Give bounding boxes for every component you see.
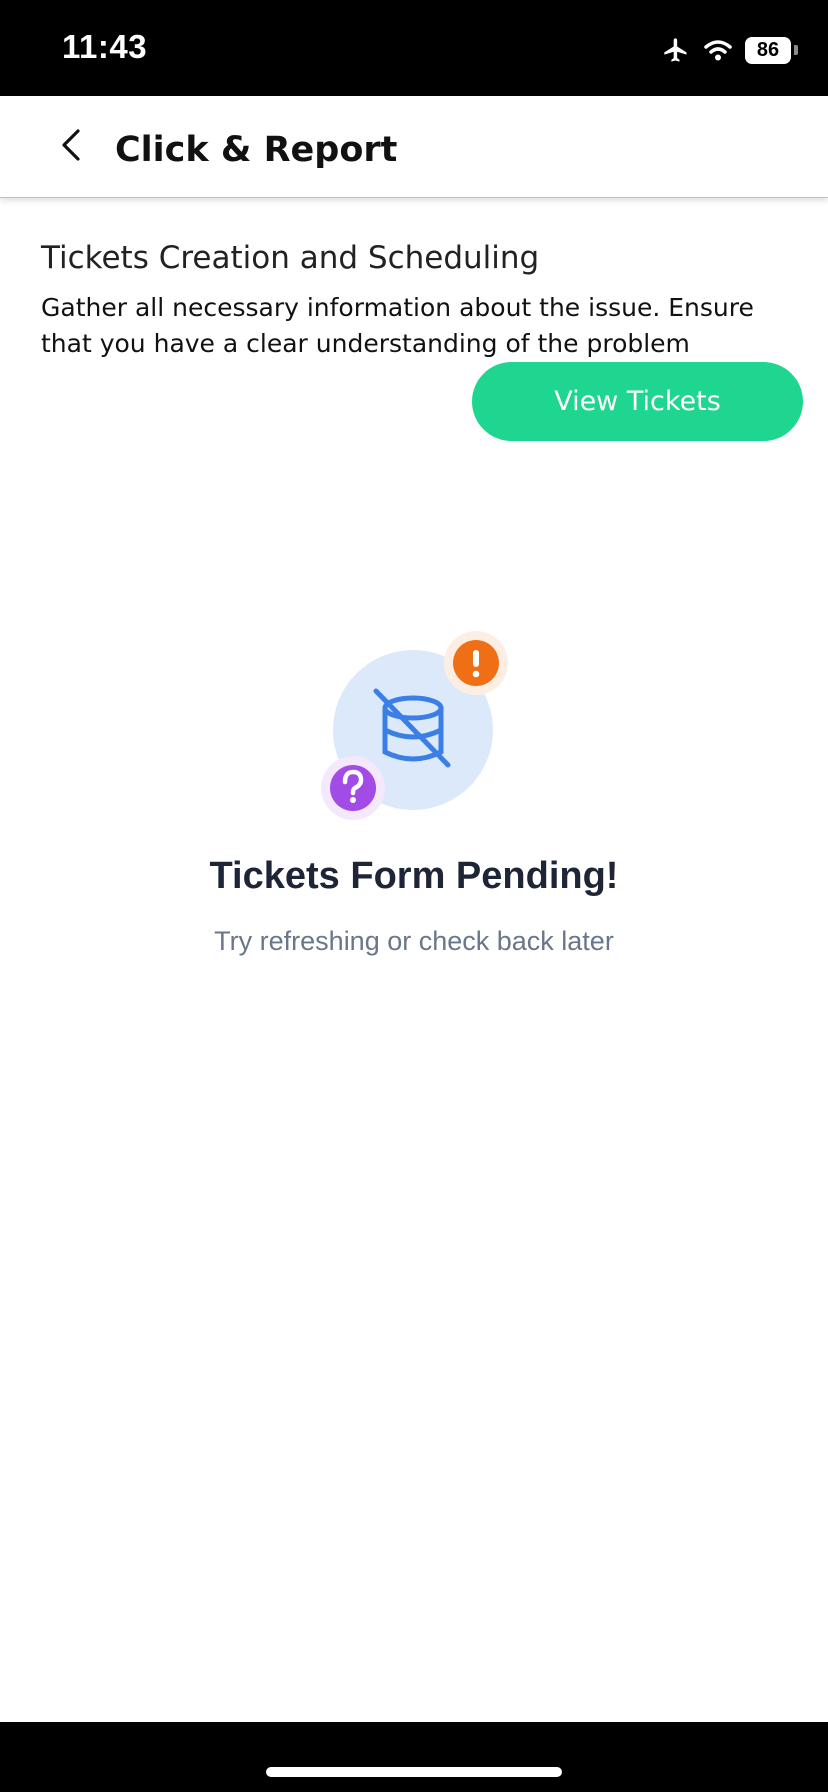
- exclamation-badge-icon: [453, 640, 499, 686]
- empty-state-illustration: [310, 620, 530, 830]
- airplane-mode-icon: [661, 36, 691, 64]
- back-button[interactable]: [50, 126, 92, 168]
- empty-state-subtitle: Try refreshing or check back later: [214, 926, 614, 956]
- section-description: Gather all necessary information about t…: [41, 293, 754, 358]
- status-time: 11:43: [62, 28, 148, 65]
- screen: 11:43 86 Click & Report Tickets Creation…: [0, 0, 828, 1792]
- view-tickets-button[interactable]: View Tickets: [472, 362, 803, 441]
- chevron-left-icon: [56, 128, 86, 167]
- battery-icon: 86: [745, 36, 791, 64]
- empty-state-title: Tickets Form Pending!: [209, 855, 619, 897]
- home-indicator[interactable]: [266, 1767, 562, 1777]
- wifi-icon: [703, 38, 733, 62]
- app-header: Click & Report: [0, 96, 828, 198]
- status-icons: 86: [661, 30, 798, 70]
- page-title: Click & Report: [115, 130, 398, 170]
- section-title: Tickets Creation and Scheduling: [41, 240, 540, 276]
- question-badge-icon: [330, 765, 376, 811]
- bottom-bar: [0, 1722, 828, 1792]
- status-bar: 11:43 86: [0, 0, 828, 96]
- battery-cap: [794, 45, 798, 55]
